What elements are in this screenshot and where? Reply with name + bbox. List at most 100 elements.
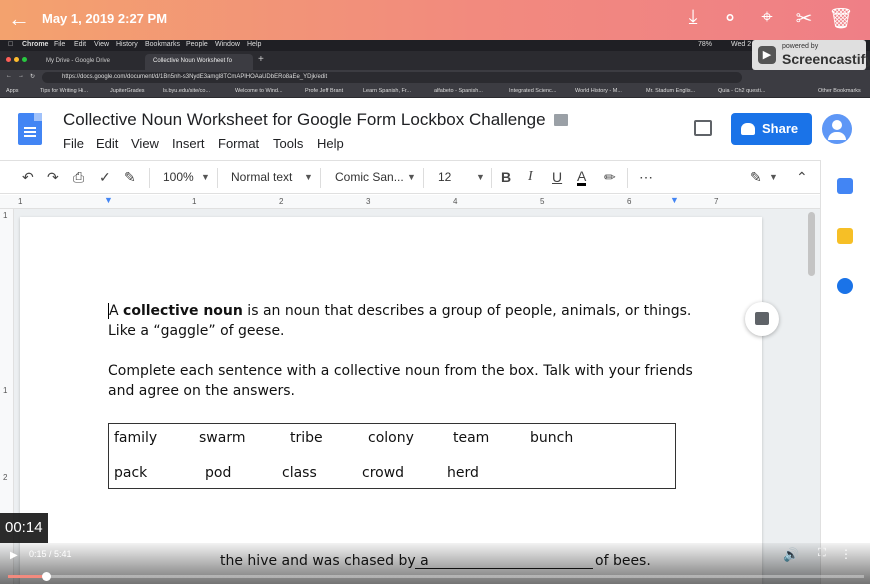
bookmark-item[interactable]: Apps (6, 88, 19, 94)
screencastify-logo-icon: ▶ (758, 46, 776, 64)
trash-icon[interactable]: 🗑 (828, 6, 854, 31)
tab-label: Collective Noun Worksheet fo (153, 58, 232, 64)
menu-people[interactable]: People (186, 41, 208, 48)
chevron-up-icon[interactable]: ⌃ (796, 169, 808, 186)
menu-view[interactable]: View (131, 136, 159, 151)
italic-button[interactable]: I (528, 169, 533, 185)
share-button[interactable]: Share (731, 113, 812, 145)
lock-icon (741, 123, 755, 135)
menu-format[interactable]: Format (218, 136, 259, 151)
font-select[interactable]: Comic San... (335, 170, 404, 184)
avatar[interactable] (822, 114, 852, 144)
chevron-down-icon[interactable]: ▼ (304, 172, 313, 182)
keep-icon[interactable] (837, 228, 853, 244)
menu-help[interactable]: Help (247, 41, 261, 48)
bookmark-item[interactable]: Learn Spanish, Fr... (363, 88, 411, 94)
bookmark-item[interactable]: Welcome to Wind... (235, 88, 283, 94)
address-field[interactable]: https://docs.google.com/document/d/1Bn5n… (42, 72, 742, 83)
redo-icon[interactable]: ↷ (47, 169, 59, 186)
nav-back-icon[interactable]: ← (6, 73, 12, 79)
nav-forward-icon[interactable]: → (18, 73, 24, 79)
arrow-left-icon[interactable]: ← (8, 6, 30, 32)
menu-chrome[interactable]: Chrome (22, 41, 48, 48)
bookmark-item[interactable]: Tips for Writing Hi... (40, 88, 88, 94)
ruler-number: 1 (3, 386, 8, 395)
sentence-end: of bees. (595, 553, 651, 569)
word-box-item: swarm (199, 430, 246, 446)
chevron-down-icon[interactable]: ▼ (769, 172, 778, 182)
bookmark-item[interactable]: Profe Jeff Brant (305, 88, 343, 94)
word-box-item: crowd (362, 465, 405, 481)
bookmark-item[interactable]: JupiterGrades (110, 88, 145, 94)
share-icon[interactable]: ⚬ (717, 6, 743, 31)
bookmark-item[interactable]: Quia - Ch2 questi... (718, 88, 765, 94)
bookmark-item[interactable]: Integrated Scienc... (509, 88, 556, 94)
tab-collective-noun[interactable]: Collective Noun Worksheet fo (145, 54, 253, 70)
add-comment-button[interactable] (745, 302, 779, 336)
document-page[interactable] (20, 217, 762, 584)
tasks-icon[interactable] (837, 278, 853, 294)
apple-icon[interactable]:  (8, 41, 13, 48)
close-window-dot[interactable] (6, 57, 11, 62)
play-icon[interactable]: ▶ (10, 550, 18, 561)
comment-history-icon[interactable] (694, 120, 712, 136)
ruler-number: 3 (366, 197, 371, 206)
bookmark-item[interactable]: alfabeto - Spanish... (434, 88, 483, 94)
undo-icon[interactable]: ↶ (22, 169, 34, 186)
menu-bookmarks[interactable]: Bookmarks (145, 41, 180, 48)
fullscreen-icon[interactable]: ⛶ (818, 547, 826, 560)
tab-my-drive[interactable]: My Drive - Google Drive (38, 54, 143, 70)
maximize-window-dot[interactable] (22, 57, 27, 62)
font-size-select[interactable]: 12 (438, 170, 451, 184)
scissors-icon[interactable]: ✂ (791, 6, 817, 31)
more-button[interactable]: ⋯ (639, 169, 653, 186)
menu-help[interactable]: Help (317, 136, 344, 151)
crop-icon[interactable]: ⌖ (754, 6, 780, 29)
menu-window[interactable]: Window (215, 41, 240, 48)
menu-history[interactable]: History (116, 41, 138, 48)
bookmark-item[interactable]: World History - M... (575, 88, 622, 94)
video-progress-bar[interactable] (8, 572, 864, 581)
menu-view[interactable]: View (94, 41, 109, 48)
bold-button[interactable]: B (501, 169, 511, 185)
paint-format-icon[interactable]: ✎ (124, 169, 136, 186)
chevron-down-icon[interactable]: ▼ (201, 172, 210, 182)
highlight-icon[interactable]: ✏ (604, 169, 616, 186)
bookmark-item[interactable]: Mr. Stadum Englis... (646, 88, 695, 94)
chevron-down-icon[interactable]: ▼ (476, 172, 485, 182)
menu-file[interactable]: File (63, 136, 84, 151)
word-box-item: pack (114, 465, 148, 481)
menu-insert[interactable]: Insert (172, 136, 205, 151)
more-options-icon[interactable]: ⋮ (840, 547, 852, 561)
docs-logo-icon[interactable] (18, 113, 42, 145)
menu-edit[interactable]: Edit (96, 136, 118, 151)
underline-button[interactable]: U (552, 169, 562, 185)
calendar-icon[interactable] (837, 178, 853, 194)
editing-mode-icon[interactable]: ✎ (750, 169, 762, 186)
menu-edit[interactable]: Edit (74, 41, 86, 48)
zoom-select[interactable]: 100% (163, 170, 194, 184)
indent-marker-icon[interactable]: ▼ (104, 195, 113, 205)
new-tab-icon[interactable]: + (258, 54, 264, 65)
minimize-window-dot[interactable] (14, 57, 19, 62)
text-color-button[interactable]: A (577, 169, 587, 186)
ruler-number: 4 (453, 197, 458, 206)
video-progress-knob[interactable] (41, 572, 51, 581)
scrollbar[interactable] (808, 212, 815, 276)
bookmark-item[interactable]: ls.byu.edu/site/co... (163, 88, 210, 94)
folder-icon[interactable] (554, 114, 568, 126)
spellcheck-icon[interactable]: ✓ (99, 169, 111, 186)
print-icon[interactable]: ⎙ (73, 169, 84, 186)
volume-icon[interactable]: 🔊 (783, 547, 799, 563)
watermark-brand: Screencastify (782, 51, 870, 67)
menu-file[interactable]: File (54, 41, 65, 48)
reload-icon[interactable]: ↻ (30, 73, 35, 80)
bookmark-item[interactable]: Other Bookmarks (818, 88, 861, 94)
chevron-down-icon[interactable]: ▼ (407, 172, 416, 182)
clock: Wed 2 (731, 41, 752, 48)
menu-tools[interactable]: Tools (273, 136, 303, 151)
style-select[interactable]: Normal text (231, 170, 292, 184)
right-indent-marker-icon[interactable]: ▼ (670, 195, 679, 205)
download-icon[interactable]: ⤓ (680, 6, 706, 29)
document-title[interactable]: Collective Noun Worksheet for Google For… (63, 110, 546, 130)
